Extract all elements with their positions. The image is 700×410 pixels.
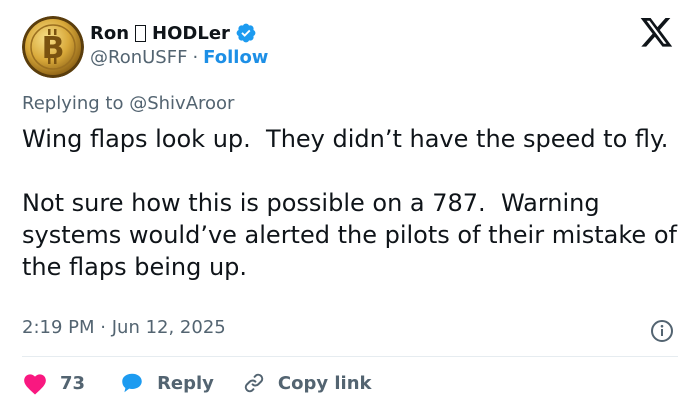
info-icon[interactable] [650,319,674,343]
avatar[interactable]: B [22,16,84,78]
tweet-time[interactable]: 2:19 PM [22,317,95,338]
reply-label[interactable]: Reply [157,373,214,394]
replying-handle-link[interactable]: @ShivAroor [129,93,234,114]
tweet-actions: 73 Reply Copy link [22,368,372,398]
copy-link-button[interactable]: Copy link [242,371,372,395]
copy-link-label[interactable]: Copy link [278,373,372,394]
follow-button[interactable]: Follow [203,47,268,68]
separator-dot: · [192,47,199,68]
tweet-text: Wing flaps look up. They didn’t have the… [22,125,677,281]
replying-to: Replying to @ShivAroor [22,93,234,114]
user-name-line[interactable]: Ron HODLer [90,21,257,45]
handle-line: @RonUSFF · Follow [90,47,268,68]
reply-button[interactable]: Reply [119,371,214,395]
x-logo-icon[interactable] [640,18,674,48]
display-name-suffix[interactable]: HODLer [152,23,230,44]
link-icon [244,373,264,393]
verified-badge-icon [236,23,256,43]
tweet-date[interactable]: Jun 12, 2025 [112,317,226,338]
user-handle[interactable]: @RonUSFF [90,47,187,68]
like-count: 73 [60,372,86,394]
tweet-timestamp[interactable]: 2:19 PM · Jun 12, 2025 [22,317,226,338]
missing-glyph-icon [135,24,147,42]
divider [22,356,678,357]
reply-bubble-icon [122,373,142,393]
svg-text:B: B [42,31,65,66]
bitcoin-avatar-icon: B [22,16,84,78]
replying-prefix: Replying to [22,93,124,114]
display-name[interactable]: Ron [90,23,129,44]
date-separator: · [100,317,106,338]
tweet-embed-card: B Ron HODLer @RonUSFF · Follow Replying to… [0,0,700,410]
heart-icon [24,374,46,395]
like-button[interactable]: 73 [22,371,85,395]
